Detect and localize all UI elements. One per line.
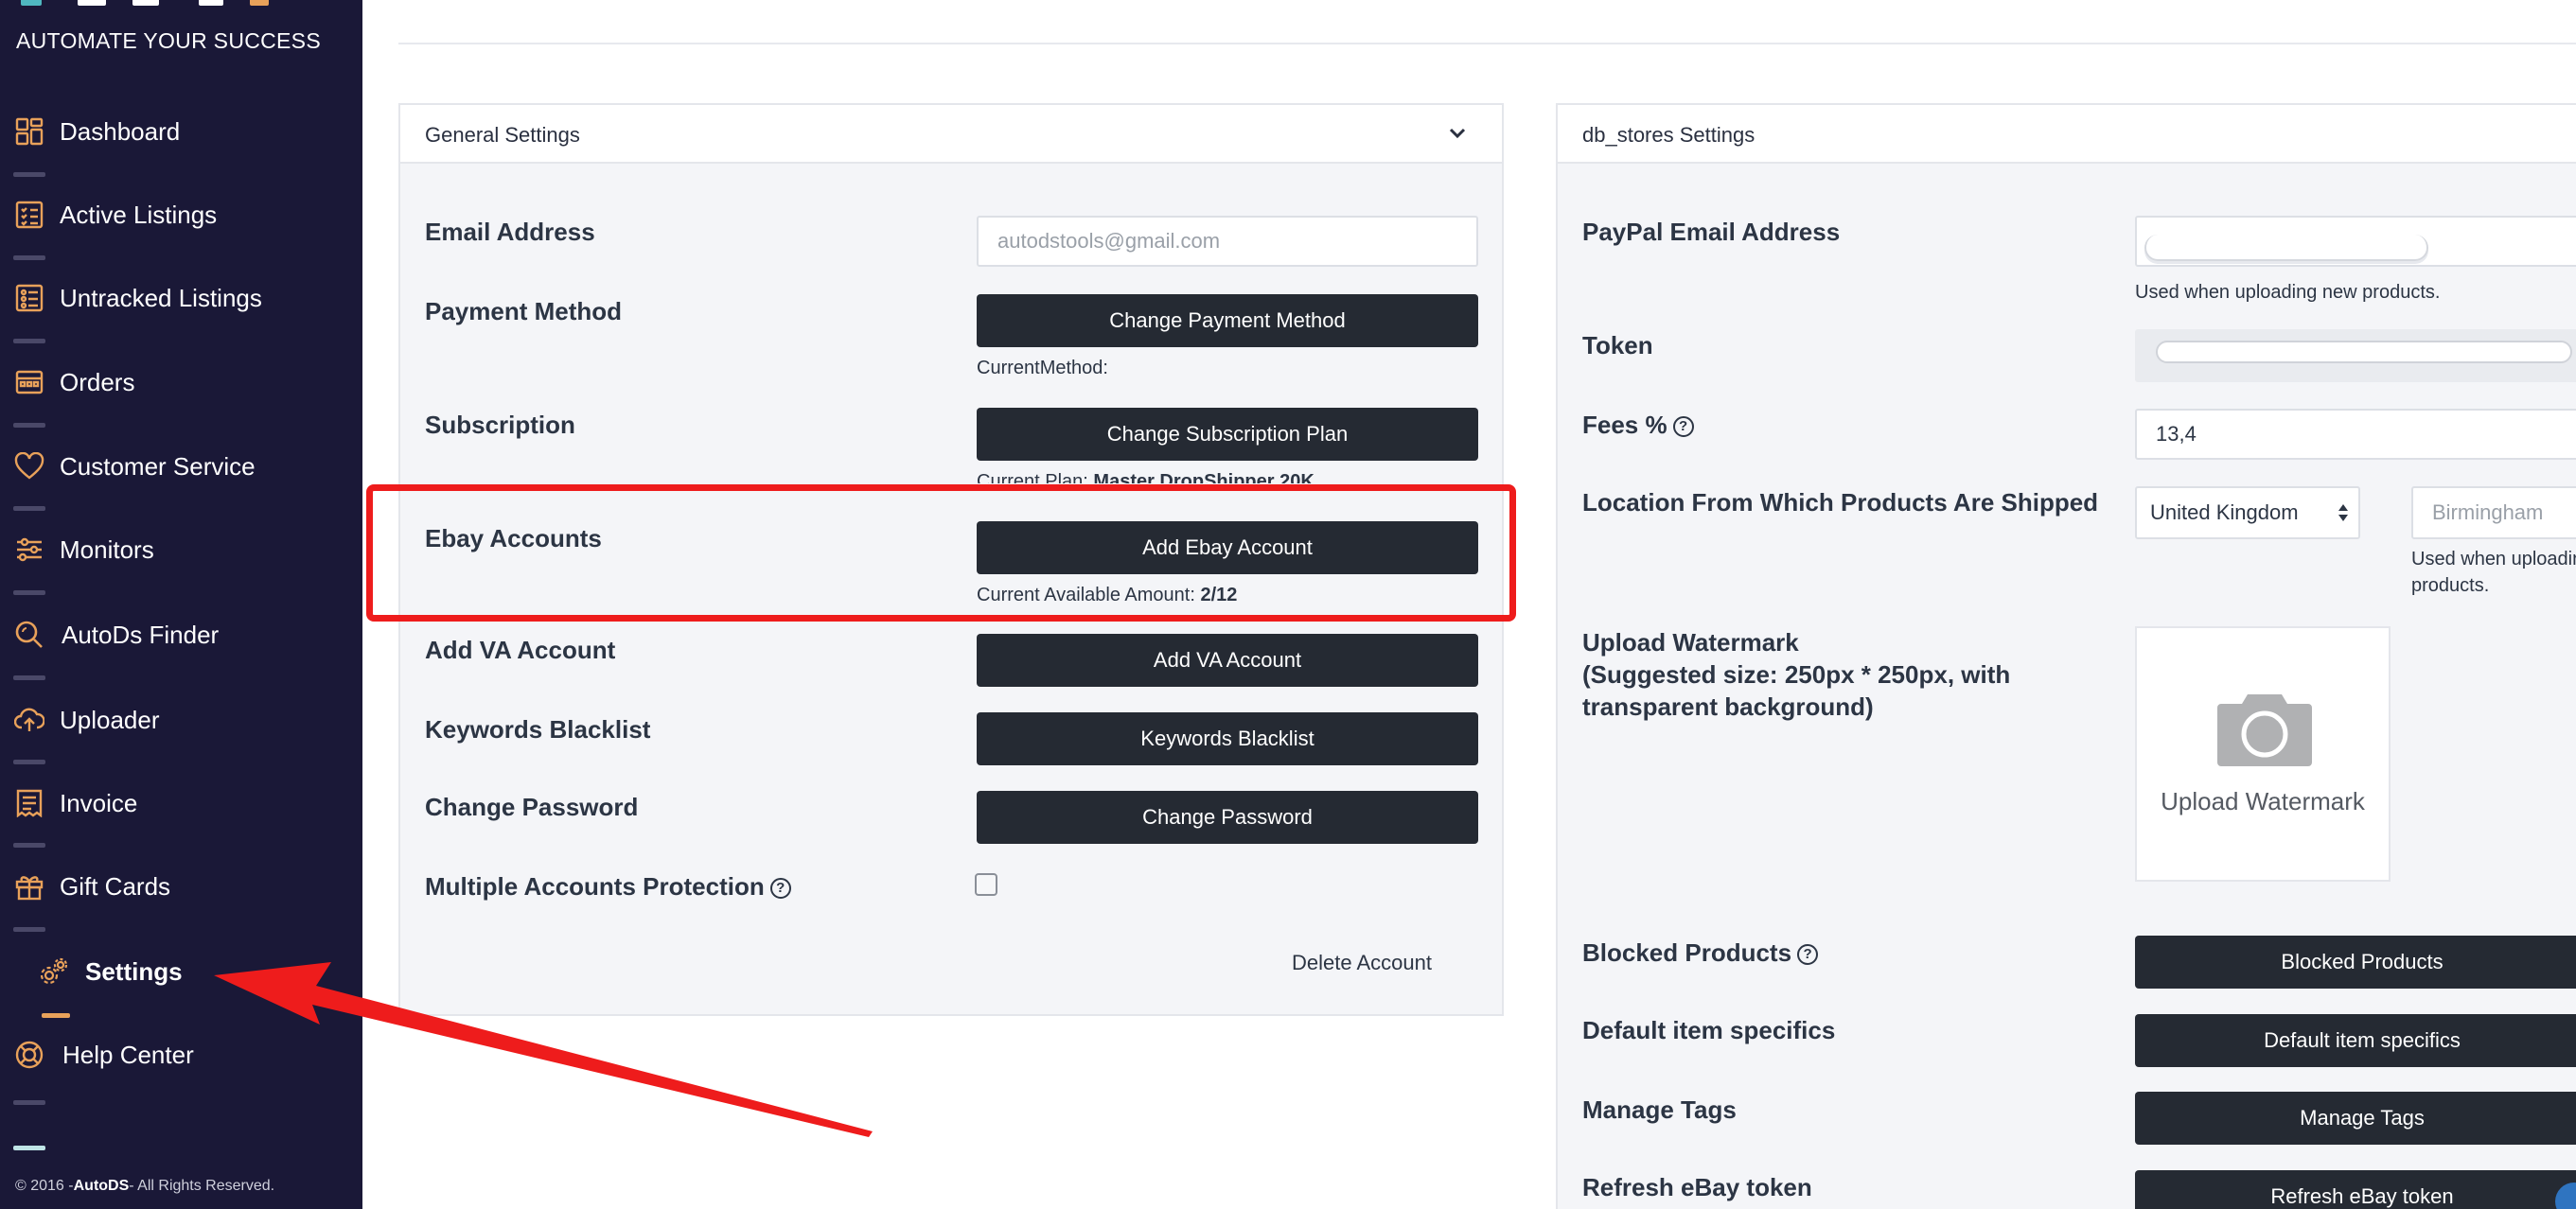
red-arrow-annotation xyxy=(214,962,873,1137)
